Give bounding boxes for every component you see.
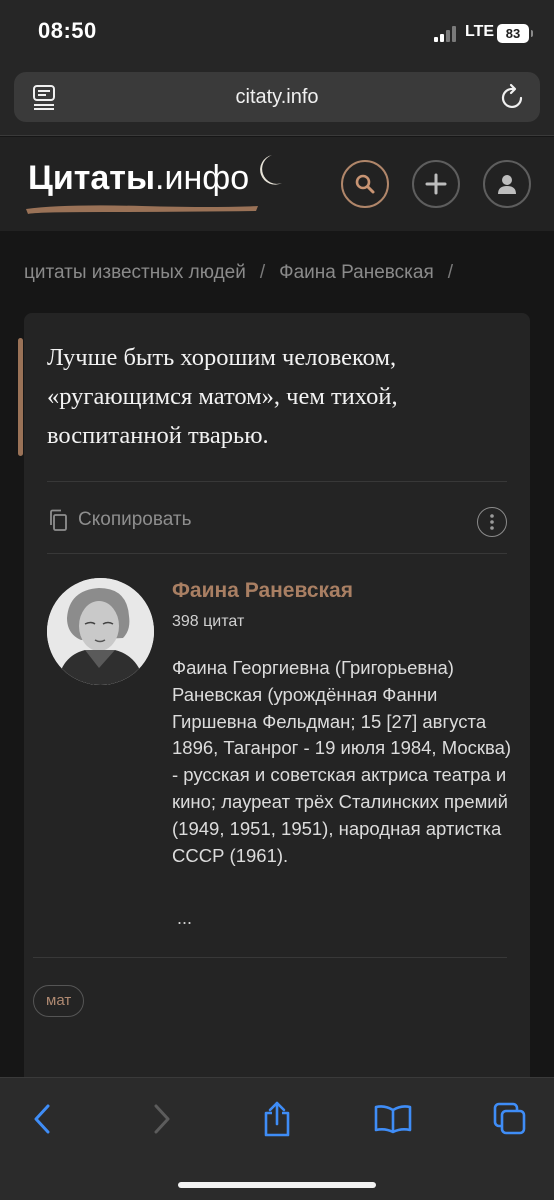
divider: [47, 481, 507, 482]
author-avatar[interactable]: [47, 578, 154, 685]
status-bar: 08:50 LTE 83: [0, 0, 554, 62]
tag-chip[interactable]: мат: [33, 985, 85, 1017]
author-bio: Фаина Георгиевна (Григорьевна) Раневская…: [172, 657, 512, 866]
author-portrait: [47, 578, 154, 685]
share-button[interactable]: [257, 1099, 297, 1139]
divider: [33, 957, 507, 958]
breadcrumb-item-author[interactable]: Фаина Раневская: [279, 262, 434, 283]
more-vertical-icon: [490, 514, 494, 530]
breadcrumb-separator: /: [447, 262, 454, 283]
breadcrumb: цитаты известных людей / Фаина Раневская /: [24, 262, 467, 284]
reload-icon[interactable]: [500, 83, 526, 116]
cell-signal-icon: [434, 26, 462, 42]
copy-label: Скопировать: [78, 509, 192, 530]
user-icon: [498, 175, 516, 194]
breadcrumb-separator: /: [259, 262, 266, 283]
bio-more-link[interactable]: ...: [177, 908, 192, 929]
browser-address-area: citaty.info: [0, 62, 554, 136]
author-quote-count: 398 цитат: [172, 613, 245, 630]
divider: [47, 553, 507, 554]
breadcrumb-item-category[interactable]: цитаты известных людей: [24, 262, 246, 283]
back-icon: [34, 1104, 50, 1134]
network-type: LTE: [465, 23, 495, 40]
logo-regular-text: .инфо: [155, 159, 250, 197]
profile-button[interactable]: [483, 160, 531, 208]
forward-button[interactable]: [142, 1099, 182, 1139]
copy-button[interactable]: Скопировать: [48, 509, 191, 531]
plus-icon: [425, 173, 447, 195]
more-options-button[interactable]: [477, 507, 507, 537]
site-header: Цитаты.инфо: [0, 137, 554, 231]
author-name[interactable]: Фаина Раневская: [172, 579, 353, 603]
logo-brush-stroke: [26, 205, 258, 214]
search-icon: [355, 174, 375, 194]
home-indicator: [178, 1182, 376, 1188]
share-icon: [264, 1101, 290, 1137]
search-button[interactable]: [341, 160, 389, 208]
tabs-icon: [493, 1102, 526, 1135]
quote-accent-bar: [18, 338, 23, 456]
add-quote-button[interactable]: [412, 160, 460, 208]
quote-text: Лучше быть хорошим человеком, «ругающимс…: [47, 344, 398, 449]
forward-icon: [154, 1104, 170, 1134]
battery-level: 83: [505, 26, 521, 41]
browser-toolbar: [0, 1077, 554, 1200]
battery-icon: 83: [497, 24, 533, 43]
back-button[interactable]: [22, 1099, 62, 1139]
moon-icon: [260, 155, 282, 185]
status-time: 08:50: [38, 18, 97, 43]
tabs-button[interactable]: [490, 1099, 530, 1139]
bookmarks-button[interactable]: [373, 1099, 413, 1139]
logo-bold-text: Цитаты: [28, 159, 155, 197]
url-text: citaty.info: [235, 86, 319, 108]
address-bar[interactable]: citaty.info: [14, 72, 540, 122]
site-logo[interactable]: Цитаты.инфо: [26, 155, 282, 215]
copy-icon: [50, 509, 67, 531]
bookmarks-icon: [374, 1105, 412, 1134]
